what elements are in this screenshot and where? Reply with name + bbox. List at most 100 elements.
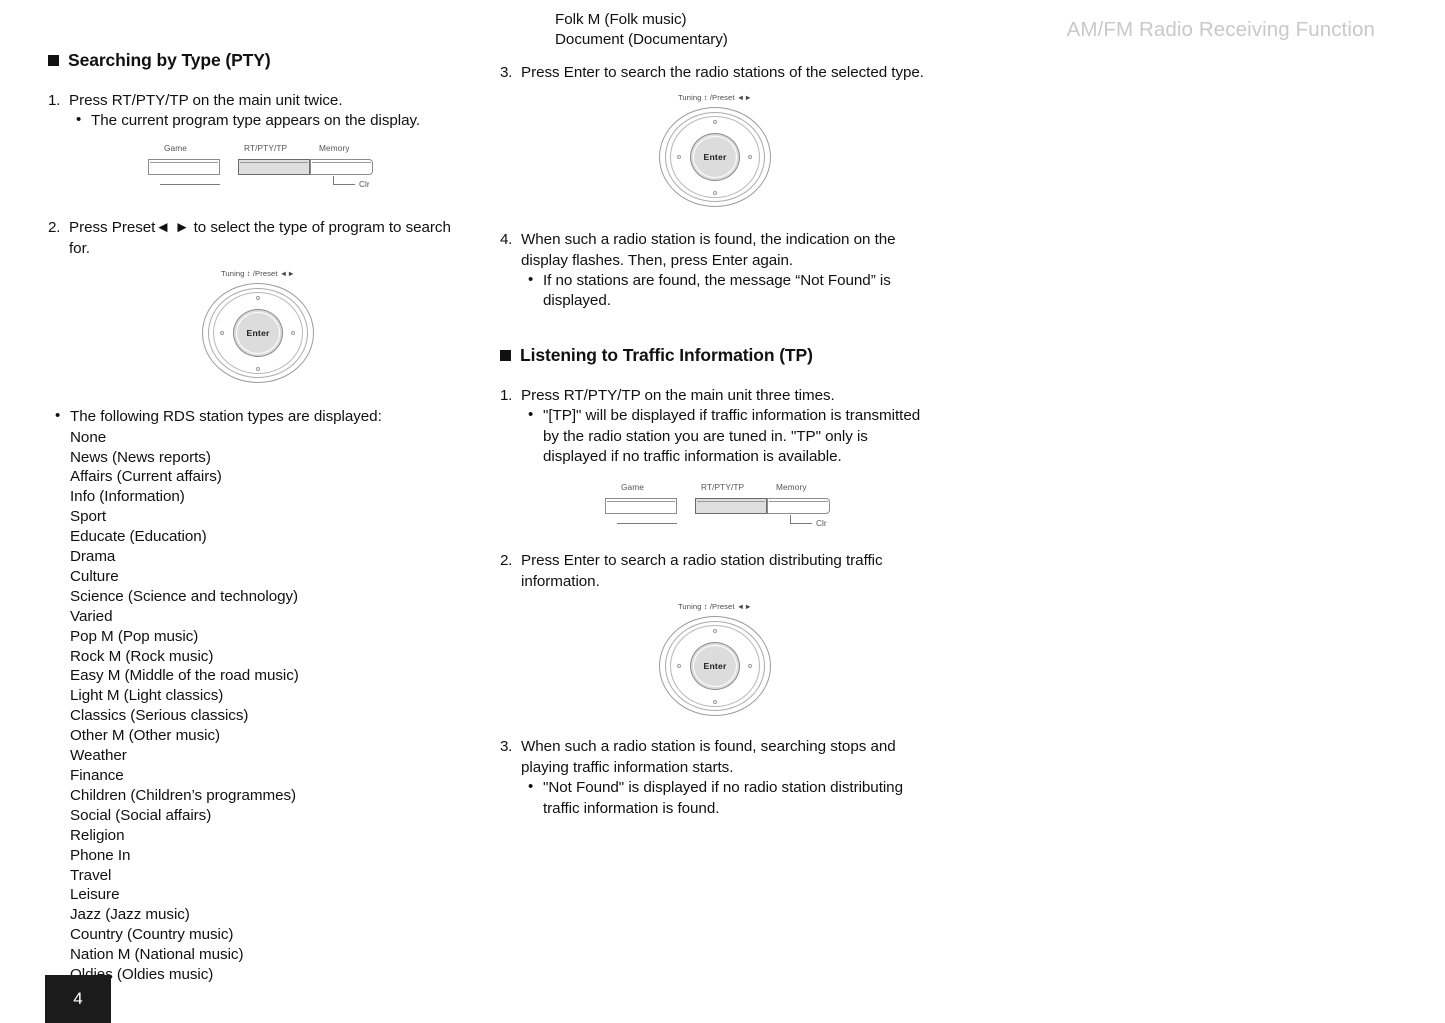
dial-dot-west xyxy=(677,154,681,159)
figure-underline xyxy=(160,184,220,186)
button-label-rt-pty-tp: RT/PTY/TP xyxy=(244,143,288,154)
list-item: Culture xyxy=(70,567,119,585)
list-item: Classics (Serious classics) xyxy=(70,707,249,725)
list-item: Leisure xyxy=(70,886,120,904)
list-item: Light M (Light classics) xyxy=(70,687,224,705)
left-column: Searching by Type (PTY) 1. Press RT/PTY/… xyxy=(48,50,468,985)
square-bullet-icon xyxy=(48,55,59,66)
list-item: Rock M (Rock music) xyxy=(70,647,214,665)
step-pty-4-bullets: If no stations are found, the message “N… xyxy=(521,270,930,312)
section-heading-pty-label: Searching by Type (PTY) xyxy=(68,50,271,70)
list-item: "[TP]" will be displayed if traffic info… xyxy=(521,405,930,467)
unit-button-rt-pty-tp xyxy=(695,498,767,515)
step-pty-1-bullets: The current program type appears on the … xyxy=(69,110,468,131)
step-pty-4-number: 4. xyxy=(500,230,513,248)
list-item: Info (Information) xyxy=(70,488,185,506)
unit-button-game xyxy=(605,498,677,515)
step-pty-1: 1. Press RT/PTY/TP on the main unit twic… xyxy=(48,90,468,131)
button-label-memory: Memory xyxy=(319,143,350,154)
unit-button-memory xyxy=(310,159,373,176)
rds-types-block: The following RDS station types are disp… xyxy=(48,406,468,985)
list-item: Jazz (Jazz music) xyxy=(70,906,190,924)
rds-types-intro-list: The following RDS station types are disp… xyxy=(48,406,468,427)
unit-button-rt-pty-tp xyxy=(238,159,310,176)
list-item: Drama xyxy=(70,548,116,566)
step-pty-1-text: Press RT/PTY/TP on the main unit twice. xyxy=(69,92,343,109)
step-tp-2: 2. Press Enter to search a radio station… xyxy=(500,550,930,592)
button-label-game: Game xyxy=(621,482,644,493)
list-item: The current program type appears on the … xyxy=(69,110,468,131)
figure-button-strip-1: Game RT/PTY/TP Memory Clr xyxy=(142,143,374,199)
list-item: Social (Social affairs) xyxy=(70,806,212,824)
step-pty-2-number: 2. xyxy=(48,219,61,237)
step-pty-1-number: 1. xyxy=(48,92,61,109)
list-item: Religion xyxy=(70,826,125,844)
step-tp-2-number: 2. xyxy=(500,552,513,570)
figure-jog-dial-3: Tuning ↕ /Preset ◄► Enter xyxy=(655,602,775,718)
step-tp-1-bullets: "[TP]" will be displayed if traffic info… xyxy=(521,405,930,467)
rds-types-intro: The following RDS station types are disp… xyxy=(48,406,468,427)
button-label-game: Game xyxy=(164,143,187,154)
step-pty-2: 2. Press Preset◄ ► to select the type of… xyxy=(48,217,468,259)
list-item: Weather xyxy=(70,747,127,765)
list-item: Pop M (Pop music) xyxy=(70,627,199,645)
running-header-title: AM/FM Radio Receiving Function xyxy=(1066,18,1375,41)
square-bullet-icon xyxy=(500,350,511,362)
figure-jog-dial-1-wrap: Tuning ↕ /Preset ◄► Enter xyxy=(48,269,468,385)
jog-dial-label: Tuning ↕ /Preset ◄► xyxy=(677,602,753,612)
list-item: None xyxy=(70,428,107,446)
figure-jog-dial-1: Tuning ↕ /Preset ◄► Enter xyxy=(198,269,318,385)
figure-jog-dial-3-wrap: Tuning ↕ /Preset ◄► Enter xyxy=(500,602,930,718)
right-column: Folk M (Folk music) Document (Documentar… xyxy=(500,11,930,822)
figure-button-strip-1-wrap: Game RT/PTY/TP Memory Clr xyxy=(48,134,468,199)
list-item: Children (Children’s programmes) xyxy=(70,786,297,804)
figure-button-strip-2: Game RT/PTY/TP Memory Clr xyxy=(599,482,831,538)
section-heading-tp: Listening to Traffic Information (TP) xyxy=(500,345,930,366)
rds-types-continued: Folk M (Folk music) Document (Documentar… xyxy=(500,10,930,50)
list-item: Educate (Education) xyxy=(70,528,207,546)
list-item: Other M (Other music) xyxy=(70,727,221,745)
step-tp-2-text: Press Enter to search a radio station di… xyxy=(521,552,883,591)
dial-enter-button: Enter xyxy=(690,642,740,691)
list-item: Document (Documentary) xyxy=(555,30,728,48)
list-item: Science (Science and technology) xyxy=(70,587,299,605)
list-item: Varied xyxy=(70,607,113,625)
step-tp-3-text: When such a radio station is found, sear… xyxy=(521,738,896,777)
list-item: If no stations are found, the message “N… xyxy=(521,270,930,312)
button-label-memory: Memory xyxy=(776,482,807,493)
list-item: Sport xyxy=(70,508,107,526)
list-item: Easy M (Middle of the road music) xyxy=(70,667,299,685)
step-pty-4-text: When such a radio station is found, the … xyxy=(521,230,896,269)
list-item: Nation M (National music) xyxy=(70,946,244,964)
step-tp-1: 1. Press RT/PTY/TP on the main unit thre… xyxy=(500,385,930,467)
list-item: Travel xyxy=(70,866,112,884)
dial-enter-button: Enter xyxy=(690,132,740,181)
list-item: Folk M (Folk music) xyxy=(555,11,687,28)
jog-dial-label: Tuning ↕ /Preset ◄► xyxy=(677,92,753,102)
page-number: 4 xyxy=(73,989,83,1008)
unit-button-memory xyxy=(767,498,830,515)
unit-button-game xyxy=(148,159,220,176)
dial-dot-north xyxy=(713,119,717,124)
list-item: Phone In xyxy=(70,846,131,864)
section-heading-tp-label: Listening to Traffic Information (TP) xyxy=(520,345,813,366)
figure-underline xyxy=(617,523,677,525)
page-number-tab: 4 xyxy=(45,975,111,1023)
step-tp-3-bullets: "Not Found" is displayed if no radio sta… xyxy=(521,777,930,819)
figure-jog-dial-2: Tuning ↕ /Preset ◄► Enter xyxy=(655,93,775,209)
list-item: Country (Country music) xyxy=(70,926,234,944)
list-item: Affairs (Current affairs) xyxy=(70,468,222,486)
jog-dial-label: Tuning ↕ /Preset ◄► xyxy=(220,269,296,279)
dial-dot-south xyxy=(713,190,717,195)
step-pty-4: 4. When such a radio station is found, t… xyxy=(500,229,930,312)
step-pty-2-text: Press Preset◄ ► to select the type of pr… xyxy=(69,219,451,258)
step-tp-1-text: Press RT/PTY/TP on the main unit three t… xyxy=(521,387,835,405)
step-pty-3-text: Press Enter to search the radio stations… xyxy=(521,63,924,81)
button-label-clr: Clr xyxy=(359,179,370,190)
list-item: Oldies (Oldies music) xyxy=(70,966,214,984)
step-tp-3-number: 3. xyxy=(500,738,513,756)
dial-enter-button: Enter xyxy=(233,309,283,358)
step-tp-1-number: 1. xyxy=(500,387,513,405)
clr-leader-line xyxy=(790,515,812,525)
figure-button-strip-2-wrap: Game RT/PTY/TP Memory Clr xyxy=(500,473,930,538)
